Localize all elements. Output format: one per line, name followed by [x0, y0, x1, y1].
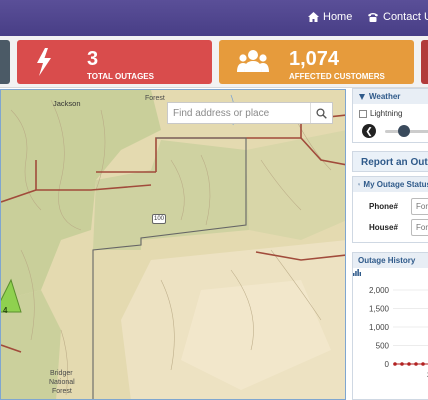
home-icon — [308, 12, 319, 22]
phone-icon — [368, 13, 378, 22]
stat-card-partial-right — [421, 40, 428, 84]
report-outage-header[interactable]: Report an Outage — [353, 152, 428, 171]
total-outages-label: TOTAL OUTAGES — [87, 72, 154, 81]
outage-history-chart: 05001,0001,5002,0002 — [369, 286, 428, 379]
y-tick-label: 2,000 — [369, 286, 390, 295]
search-button[interactable] — [310, 103, 332, 123]
report-outage-panel[interactable]: Report an Outage — [352, 151, 428, 172]
map-label-bridger: Bridger — [50, 370, 73, 377]
house-number-input[interactable] — [411, 219, 428, 236]
my-outage-status-title: My Outage Status — [363, 180, 428, 189]
total-outages-card: 3 TOTAL OUTAGES — [17, 40, 212, 84]
nav-home-label: Home — [323, 11, 353, 23]
my-outage-status-header[interactable]: My Outage Status — [353, 177, 428, 192]
map-label-jackson: Jackson — [53, 99, 81, 108]
weather-header[interactable]: Weather — [353, 89, 428, 104]
nav-contact-link[interactable]: Contact Us — [367, 11, 428, 23]
report-outage-title: Report an Outage — [361, 157, 428, 168]
route-100-shield: 100 — [152, 214, 166, 224]
history-data-point[interactable] — [393, 362, 397, 366]
lightning-toggle[interactable]: Lightning — [359, 109, 402, 118]
nav-contact-label: Contact Us — [383, 11, 428, 23]
weather-step-back-button[interactable]: ❮ — [362, 124, 376, 138]
house-number-label: House# — [369, 223, 398, 232]
affected-customers-label: AFFECTED CUSTOMERS — [289, 72, 385, 81]
outage-map[interactable]: Jackson Forest 100 4 Bridger National Fo… — [0, 89, 346, 400]
outage-history-panel: Outage History 05001,0001,5002,0002 — [352, 252, 428, 400]
weather-title: Weather — [369, 92, 401, 101]
stat-card-partial-left — [0, 40, 10, 84]
history-data-point[interactable] — [414, 362, 418, 366]
map-label-forest: Forest — [145, 95, 165, 102]
map-label-forest-bottom: Forest — [52, 388, 72, 395]
top-nav-bar: Home Contact Us — [0, 0, 428, 36]
users-group-icon — [237, 48, 269, 81]
outage-marker-count[interactable]: 4 — [3, 306, 7, 315]
phone-number-label: Phone# — [369, 202, 398, 211]
y-tick-label: 500 — [376, 342, 390, 351]
outage-history-title: Outage History — [358, 256, 416, 265]
total-outages-value: 3 — [87, 48, 99, 70]
weather-panel: Weather Lightning ❮ — [352, 88, 428, 143]
chevron-left-icon: ❮ — [365, 125, 373, 136]
lightning-label: Lightning — [370, 109, 403, 118]
y-tick-label: 0 — [385, 360, 390, 369]
nav-home-link[interactable]: Home — [308, 11, 352, 23]
my-outage-status-panel: My Outage Status Phone# House# — [352, 176, 428, 243]
map-label-national: National — [49, 379, 75, 386]
search-icon — [316, 107, 327, 119]
search-icon — [358, 183, 361, 186]
stats-strip: 3 TOTAL OUTAGES 1,074 AFFECTED CUSTOMERS — [0, 36, 428, 88]
history-data-point[interactable] — [400, 362, 404, 366]
history-data-point[interactable] — [421, 362, 425, 366]
affected-customers-value: 1,074 — [289, 48, 340, 70]
outage-history-header[interactable]: Outage History — [353, 253, 428, 276]
phone-number-input[interactable] — [411, 198, 428, 215]
affected-customers-card: 1,074 AFFECTED CUSTOMERS — [219, 40, 414, 84]
y-tick-label: 1,500 — [369, 305, 390, 314]
y-tick-label: 1,000 — [369, 323, 390, 332]
lightning-bolt-icon — [35, 48, 53, 81]
lightning-checkbox[interactable] — [359, 109, 367, 118]
weather-time-slider-handle[interactable] — [398, 125, 410, 137]
address-search-input[interactable] — [168, 107, 308, 119]
collapse-arrow-icon — [359, 93, 365, 100]
terrain-basemap — [1, 90, 345, 399]
map-search-box — [167, 102, 333, 124]
history-data-point[interactable] — [407, 362, 411, 366]
